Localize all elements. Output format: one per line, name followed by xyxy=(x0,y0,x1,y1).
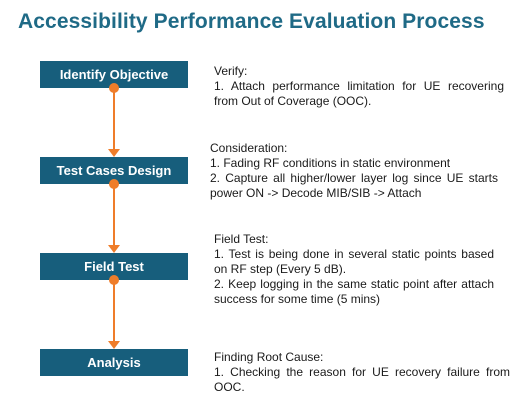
step-box-analysis: Analysis xyxy=(40,349,188,376)
description-line: 1. Attach performance limitation for UE … xyxy=(214,79,504,108)
description-heading: Field Test: xyxy=(214,232,269,246)
step-label: Field Test xyxy=(84,259,144,274)
description-line: 1. Fading RF conditions in static enviro… xyxy=(210,156,451,170)
description-line: 2. Capture all higher/lower layer log si… xyxy=(210,171,498,200)
step-description-identify-objective: Verify: 1. Attach performance limitation… xyxy=(214,64,504,109)
step-label: Test Cases Design xyxy=(56,163,172,178)
description-line: 1. Checking the reason for UE recovery f… xyxy=(214,365,510,394)
connector-line xyxy=(113,88,115,149)
step-description-test-cases-design: Consideration: 1. Fading RF conditions i… xyxy=(210,141,498,201)
step-description-field-test: Field Test: 1. Test is being done in sev… xyxy=(214,232,494,307)
description-heading: Consideration: xyxy=(210,141,288,155)
arrow-down-icon xyxy=(108,149,120,157)
description-heading: Verify: xyxy=(214,64,248,78)
step-description-analysis: Finding Root Cause: 1. Checking the reas… xyxy=(214,350,510,395)
description-line: 1. Test is being done in several static … xyxy=(214,247,494,276)
arrow-down-icon xyxy=(108,245,120,253)
connector-line xyxy=(113,280,115,341)
step-label: Analysis xyxy=(87,355,141,370)
page-title: Accessibility Performance Evaluation Pro… xyxy=(18,10,485,33)
connector-line xyxy=(113,184,115,245)
description-line: 2. Keep logging in the same static point… xyxy=(214,277,494,306)
arrow-down-icon xyxy=(108,341,120,349)
step-label: Identify Objective xyxy=(59,67,169,82)
description-heading: Finding Root Cause: xyxy=(214,350,324,364)
